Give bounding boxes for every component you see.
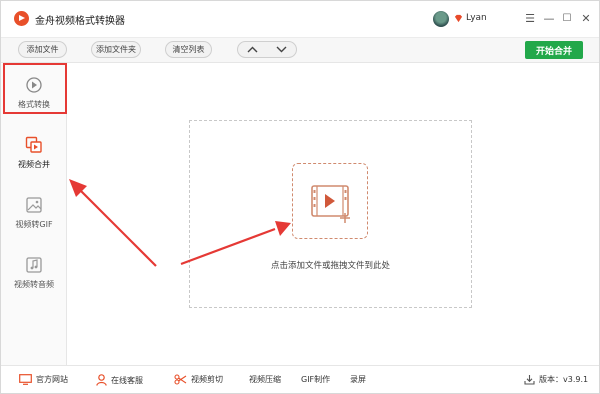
- chevron-up-icon: [247, 46, 258, 53]
- video-compress-link[interactable]: 视频压缩: [249, 374, 281, 385]
- minimize-button[interactable]: —: [541, 10, 557, 26]
- video-to-gif-icon: [25, 196, 43, 214]
- chevron-down-icon: [276, 46, 287, 53]
- toolbar: 添加文件 添加文件夹 清空列表 开始合并: [1, 37, 599, 63]
- add-video-icon: [311, 185, 350, 223]
- app-logo-icon: [14, 11, 29, 26]
- support-label: 在线客服: [111, 375, 143, 385]
- maximize-button[interactable]: ☐: [559, 10, 575, 26]
- sidebar-item-label: 视频合并: [18, 160, 50, 169]
- website-link[interactable]: 官方网站: [19, 374, 68, 385]
- video-cut-link[interactable]: 视频剪切: [174, 374, 223, 385]
- app-window: 金舟视频格式转换器 Lyan ☰ — ☐ ✕ 添加文件 添加文件夹 清空列表 开…: [0, 0, 600, 394]
- add-file-button[interactable]: 添加文件: [18, 41, 67, 58]
- add-folder-button[interactable]: 添加文件夹: [91, 41, 141, 58]
- sidebar-item-label: 视频转GIF: [15, 220, 53, 229]
- move-up-button[interactable]: [238, 42, 267, 57]
- arrowhead-sidebar: [69, 179, 87, 197]
- video-cut-label: 视频剪切: [191, 375, 223, 384]
- clear-list-button[interactable]: 清空列表: [165, 41, 212, 58]
- move-down-button[interactable]: [267, 42, 296, 57]
- vip-diamond-icon: [454, 14, 463, 23]
- record-link[interactable]: 录屏: [350, 374, 366, 385]
- website-label: 官方网站: [36, 375, 68, 384]
- gif-make-link[interactable]: GIF制作: [301, 374, 330, 385]
- video-merge-icon: [25, 136, 43, 154]
- app-title: 金舟视频格式转换器: [35, 16, 125, 27]
- add-file-area[interactable]: [292, 163, 368, 239]
- username[interactable]: Lyan: [466, 13, 487, 23]
- drop-hint-text: 点击添加文件或拖拽文件到此处: [270, 261, 390, 271]
- move-buttons: [237, 41, 297, 58]
- sidebar-item-video-merge[interactable]: 视频合并: [1, 130, 67, 182]
- version-label: 版本：v3.9.1: [539, 375, 589, 384]
- footer: 官方网站 在线客服 视频剪切 视频压缩 GIF制作 录屏 版本：v3.9.1: [1, 365, 599, 393]
- monitor-icon: [19, 374, 32, 385]
- sidebar-item-video-to-gif[interactable]: 视频转GIF: [1, 190, 67, 242]
- arrow-to-sidebar: [80, 190, 157, 267]
- download-icon: [524, 375, 535, 385]
- sidebar-item-label: 视频转音频: [14, 280, 54, 289]
- menu-icon[interactable]: ☰: [522, 10, 538, 26]
- scissors-icon: [174, 374, 187, 385]
- start-merge-button[interactable]: 开始合并: [525, 41, 583, 59]
- active-item-highlight: [3, 63, 67, 114]
- title-bar: 金舟视频格式转换器 Lyan ☰ — ☐ ✕: [1, 1, 599, 37]
- version-info: 版本：v3.9.1: [524, 374, 588, 385]
- user-support-icon: [96, 374, 107, 386]
- close-button[interactable]: ✕: [578, 10, 594, 26]
- sidebar-item-video-to-audio[interactable]: 视频转音频: [1, 250, 67, 302]
- support-link[interactable]: 在线客服: [96, 374, 143, 386]
- avatar[interactable]: [433, 11, 449, 27]
- video-to-audio-icon: [25, 256, 43, 274]
